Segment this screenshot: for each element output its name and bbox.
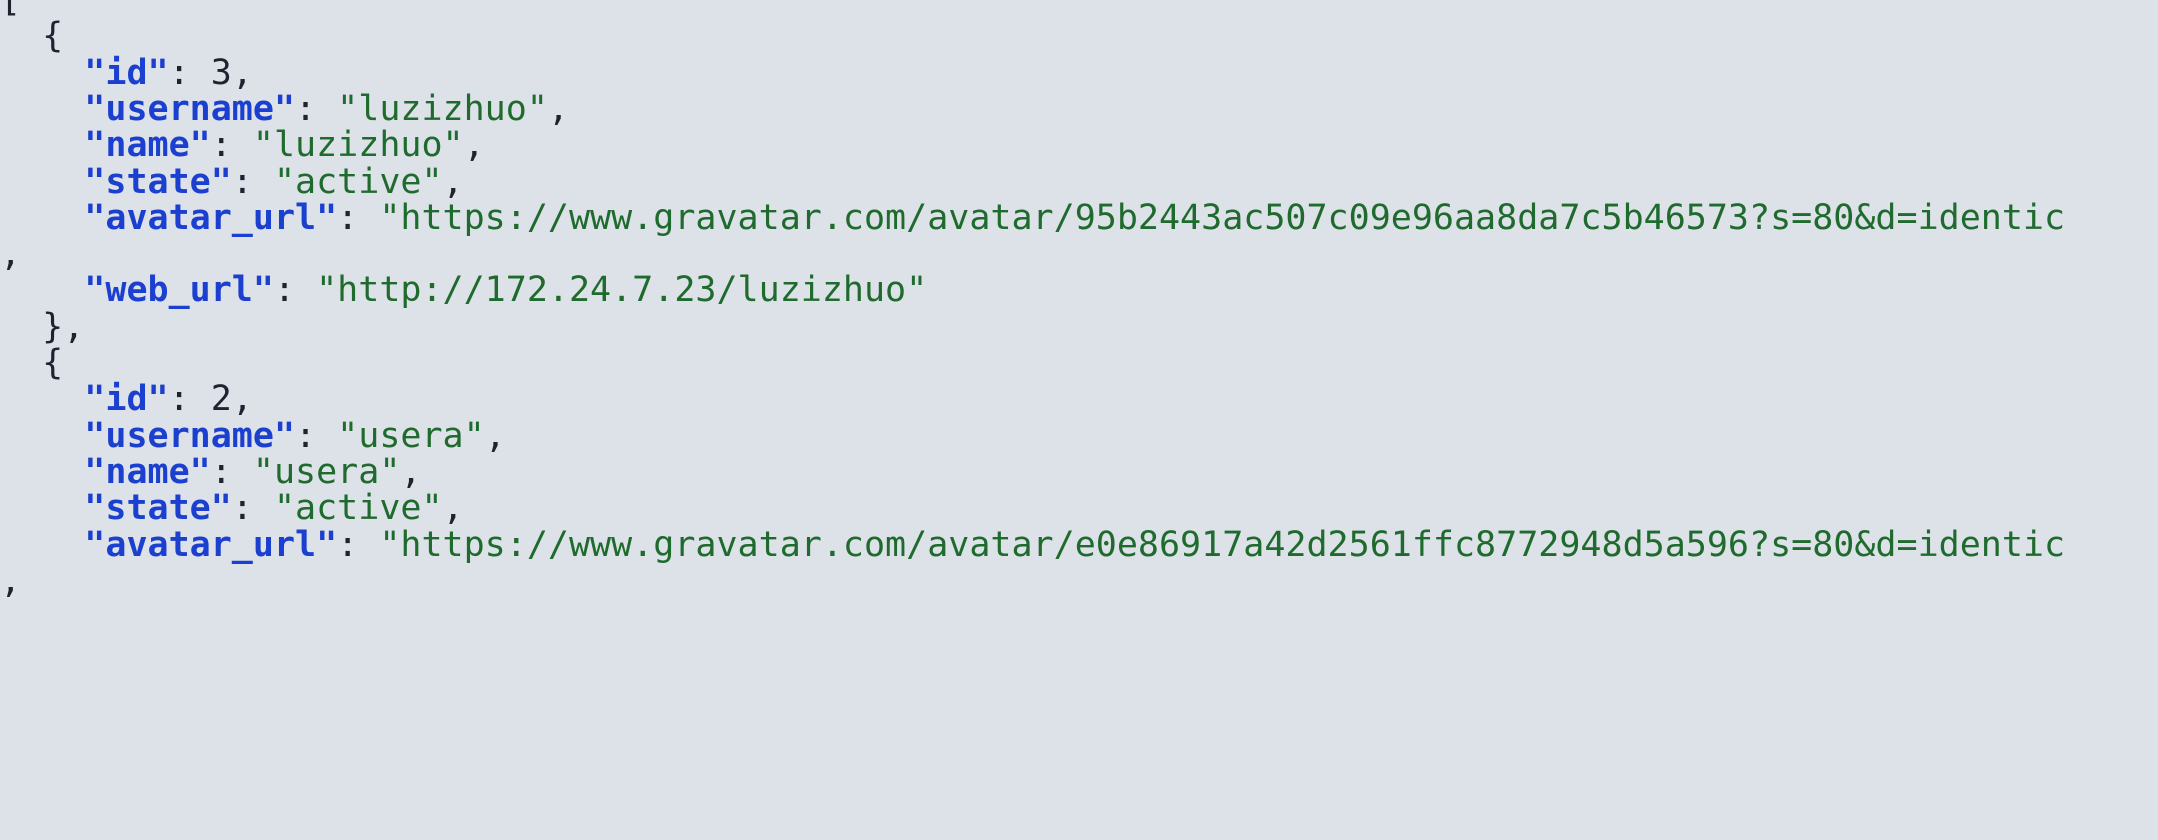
json-punctuation: : xyxy=(273,270,317,311)
code-line: , xyxy=(0,556,21,606)
code-line: "web_url": "http://172.24.7.23/luzizhuo" xyxy=(0,265,927,315)
json-punctuation: : xyxy=(337,524,380,565)
json-key: "avatar_url" xyxy=(84,197,338,238)
json-punctuation: , xyxy=(484,415,506,456)
code-line: "avatar_url": "https://www.gravatar.com/… xyxy=(0,193,2065,243)
json-punctuation: , xyxy=(463,125,485,166)
json-punctuation: , xyxy=(0,560,22,601)
json-key: "avatar_url" xyxy=(84,524,338,565)
json-viewer: [ { "id": 3, "username": "luzizhuo", "na… xyxy=(0,0,2158,840)
json-string-value: "https://www.gravatar.com/avatar/95b2443… xyxy=(379,197,2066,238)
json-punctuation: , xyxy=(547,88,569,129)
json-punctuation: : xyxy=(337,197,380,238)
json-string-value: "http://172.24.7.23/luzizhuo" xyxy=(316,270,928,311)
json-key: "web_url" xyxy=(84,270,274,311)
code-line: "avatar_url": "https://www.gravatar.com/… xyxy=(0,520,2065,570)
json-string-value: "https://www.gravatar.com/avatar/e0e8691… xyxy=(379,524,2066,565)
